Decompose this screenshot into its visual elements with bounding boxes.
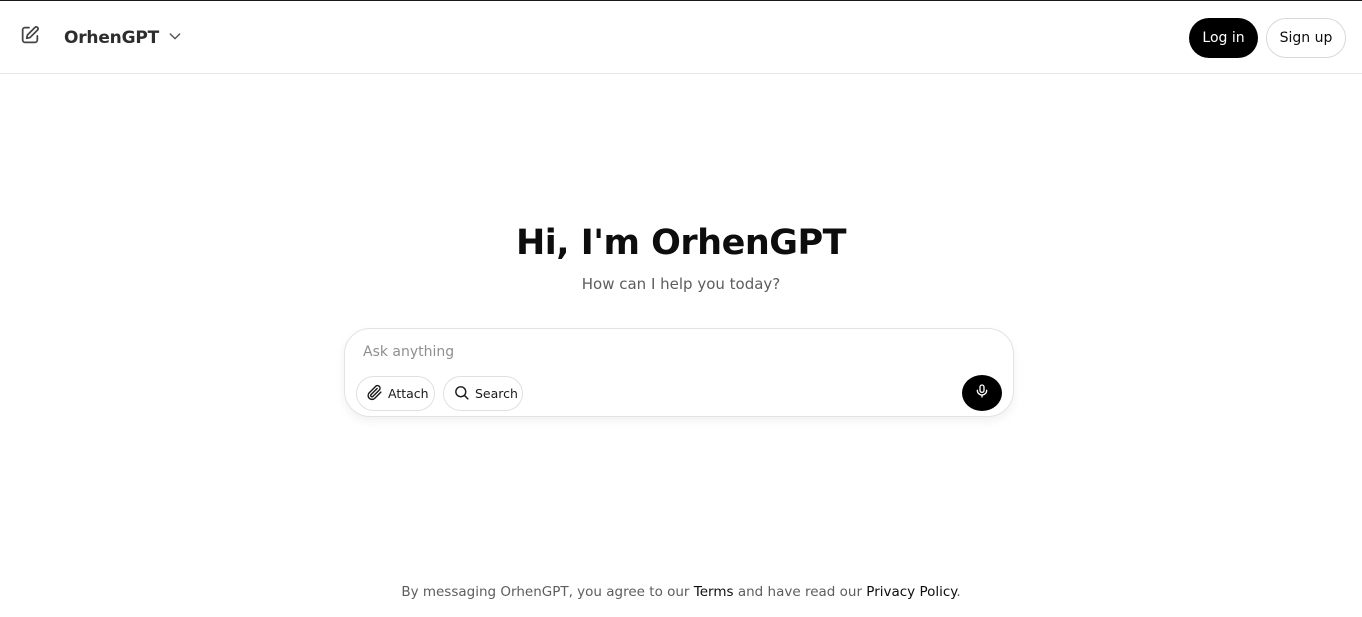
disclaimer-text-before: By messaging OrhenGPT, you agree to our	[401, 584, 694, 600]
login-button[interactable]: Log in	[1189, 18, 1258, 58]
paperclip-icon	[366, 384, 383, 404]
model-selector[interactable]: OrhenGPT	[64, 25, 183, 51]
search-label: Search	[475, 386, 518, 401]
terms-link[interactable]: Terms	[694, 584, 734, 600]
chevron-down-icon	[167, 28, 183, 48]
message-input[interactable]	[363, 341, 963, 363]
brand-name: OrhenGPT	[64, 28, 159, 48]
disclaimer-text-middle: and have read our	[733, 584, 867, 600]
privacy-policy-link[interactable]: Privacy Policy	[866, 584, 956, 600]
signup-button[interactable]: Sign up	[1266, 18, 1346, 58]
new-chat-button[interactable]	[16, 23, 44, 51]
search-button[interactable]: Search	[443, 376, 523, 411]
legal-disclaimer: By messaging OrhenGPT, you agree to our …	[0, 584, 1362, 600]
attach-button[interactable]: Attach	[356, 376, 435, 411]
hero-title: Hi, I'm OrhenGPT	[515, 223, 847, 263]
hero-subtitle: How can I help you today?	[581, 275, 781, 293]
voice-input-button[interactable]	[962, 375, 1002, 411]
attach-label: Attach	[388, 386, 429, 401]
top-header: OrhenGPT Log in Sign up	[0, 1, 1362, 74]
message-composer: Attach Search	[344, 328, 1014, 417]
search-icon	[453, 384, 470, 404]
disclaimer-text-after: .	[956, 584, 961, 600]
microphone-icon	[974, 383, 990, 403]
pencil-square-icon	[19, 24, 41, 50]
